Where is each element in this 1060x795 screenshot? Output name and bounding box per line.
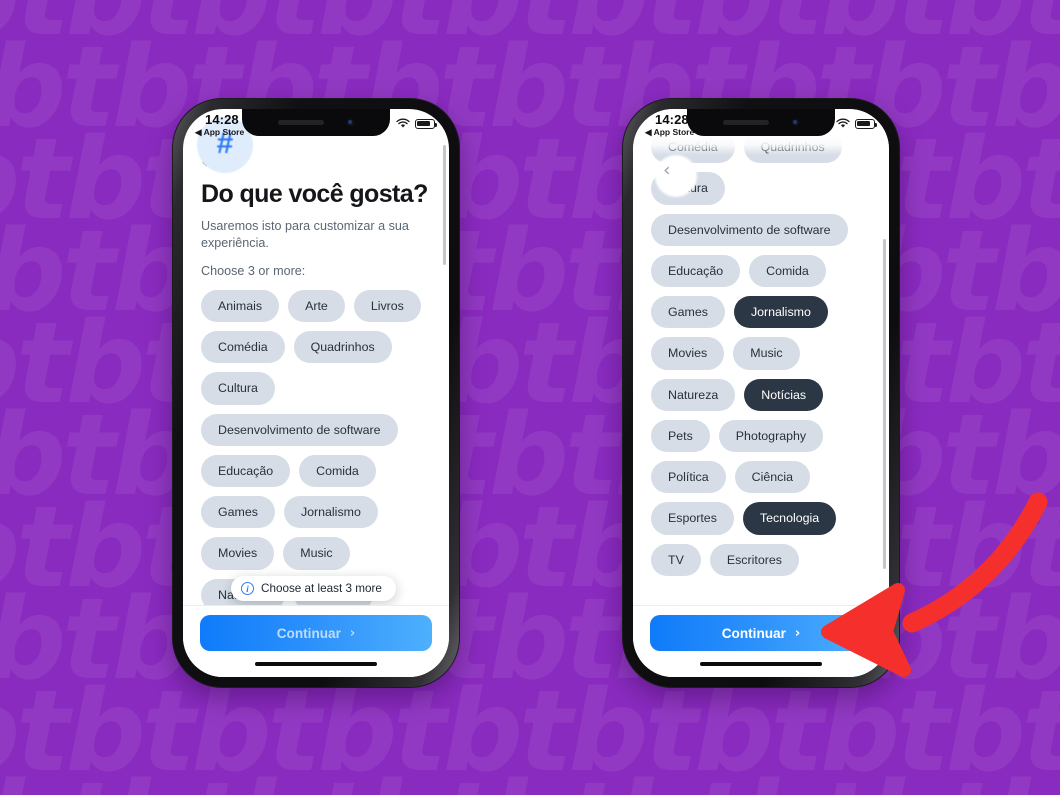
topic-tag[interactable]: Escritores bbox=[709, 543, 799, 576]
continue-button[interactable]: Continuar › bbox=[200, 615, 432, 651]
continue-button-label: Continuar bbox=[721, 625, 786, 641]
vertical-scrollbar[interactable] bbox=[443, 145, 446, 265]
front-camera-icon bbox=[345, 118, 355, 127]
topic-tag[interactable]: Movies bbox=[651, 337, 725, 370]
topic-tag[interactable]: Comida bbox=[749, 254, 826, 288]
topic-tag[interactable]: Desenvolvimento de software bbox=[201, 413, 398, 446]
chevron-right-icon: › bbox=[349, 625, 356, 641]
device-notch bbox=[242, 109, 390, 136]
info-icon: i bbox=[241, 582, 254, 595]
topic-tag[interactable]: Pets bbox=[651, 419, 710, 453]
background-watermark-pattern: btbtbtbtbtbtbtbtbtbtbtbtbtbtbtbtbtbtbtbt… bbox=[0, 0, 1060, 795]
topic-tag[interactable]: Cultura bbox=[201, 372, 275, 405]
topic-tag[interactable]: Política bbox=[651, 461, 726, 494]
selection-hint: Choose 3 or more: bbox=[201, 263, 306, 278]
topic-tag[interactable]: Educação bbox=[651, 254, 741, 288]
continue-button-secondary[interactable]: Continuar › bbox=[650, 615, 872, 651]
phone-primary-screen: # 14:28 ◀ App Store ‹ bbox=[183, 109, 449, 677]
topic-tag[interactable]: Movies bbox=[201, 537, 275, 570]
topic-tag[interactable]: Comédia bbox=[201, 331, 285, 364]
home-indicator[interactable] bbox=[255, 662, 377, 666]
tooltip-text: Choose at least 3 more bbox=[261, 582, 382, 595]
topic-tag-list: Animais Arte Livros Comédia Quadrinhos Cultur… bbox=[201, 289, 431, 605]
topic-tag[interactable]: Music bbox=[283, 537, 350, 570]
topic-tag[interactable]: Animais bbox=[201, 289, 280, 323]
front-camera-icon bbox=[790, 118, 800, 127]
vertical-scrollbar-secondary[interactable] bbox=[883, 239, 886, 569]
topic-tag[interactable]: Jornalismo bbox=[283, 496, 378, 529]
back-chevron-icon[interactable]: ‹ bbox=[663, 161, 681, 180]
earpiece-speaker bbox=[722, 120, 769, 125]
topic-tag[interactable]: Photography bbox=[718, 419, 824, 453]
topic-tag[interactable]: Livros bbox=[353, 289, 421, 323]
earpiece-speaker bbox=[277, 120, 324, 125]
home-indicator[interactable] bbox=[700, 662, 822, 666]
selection-tooltip: i Choose at least 3 more bbox=[231, 576, 396, 601]
topic-tag[interactable]: Ciência bbox=[734, 461, 810, 494]
topic-tag[interactable]: Esportes bbox=[651, 502, 734, 535]
topic-tag[interactable]: Games bbox=[201, 496, 275, 529]
topics-scroll-area[interactable]: ‹ Do que você gosta? Usaremos isto para … bbox=[183, 109, 449, 605]
chevron-right-icon: › bbox=[794, 625, 801, 641]
topic-tag-selected[interactable]: Jornalismo bbox=[733, 296, 828, 329]
topic-tag-list-secondary: ComédiaQuadrinhosCulturaDesenvolvimento … bbox=[651, 131, 871, 576]
topic-tag-selected[interactable]: Tecnologia bbox=[742, 502, 837, 535]
phone-primary-body: ‹ Do que você gosta? Usaremos isto para … bbox=[183, 109, 449, 677]
topic-tag[interactable]: Quadrinhos bbox=[293, 331, 392, 364]
page-title: Do que você gosta? bbox=[201, 180, 428, 208]
home-indicator-area-secondary bbox=[633, 651, 889, 677]
topic-tag[interactable]: Games bbox=[651, 296, 725, 329]
home-indicator-area bbox=[183, 651, 449, 677]
device-notch bbox=[687, 109, 835, 136]
topic-tag[interactable]: Educação bbox=[201, 454, 291, 488]
topic-tag[interactable]: Desenvolvimento de software bbox=[651, 213, 848, 246]
page-subtitle: Usaremos isto para customizar a sua expe… bbox=[201, 219, 409, 251]
phone-secondary-screen: ComédiaQuadrinhosCulturaDesenvolvimento … bbox=[633, 109, 889, 677]
topic-tag[interactable]: Natureza bbox=[651, 378, 736, 411]
watermark-row: btbtbtbtbtbtbtbtbtbtbtbtbt bbox=[0, 768, 1060, 795]
continue-button-label: Continuar bbox=[276, 625, 341, 641]
topic-tag[interactable]: TV bbox=[651, 543, 701, 576]
topic-tag[interactable]: Comida bbox=[299, 454, 376, 488]
phone-secondary-footer: Continuar › bbox=[633, 605, 889, 651]
topic-tag-selected[interactable]: Notícias bbox=[744, 378, 824, 411]
hash-icon: # bbox=[216, 127, 234, 160]
topic-tag[interactable]: Music bbox=[733, 337, 800, 370]
phone-mockup-primary: # 14:28 ◀ App Store ‹ bbox=[172, 98, 460, 688]
phone-primary-footer: Continuar › bbox=[183, 605, 449, 651]
phone-mockup-secondary: ComédiaQuadrinhosCulturaDesenvolvimento … bbox=[622, 98, 900, 688]
topic-tag[interactable]: Arte bbox=[288, 289, 345, 323]
